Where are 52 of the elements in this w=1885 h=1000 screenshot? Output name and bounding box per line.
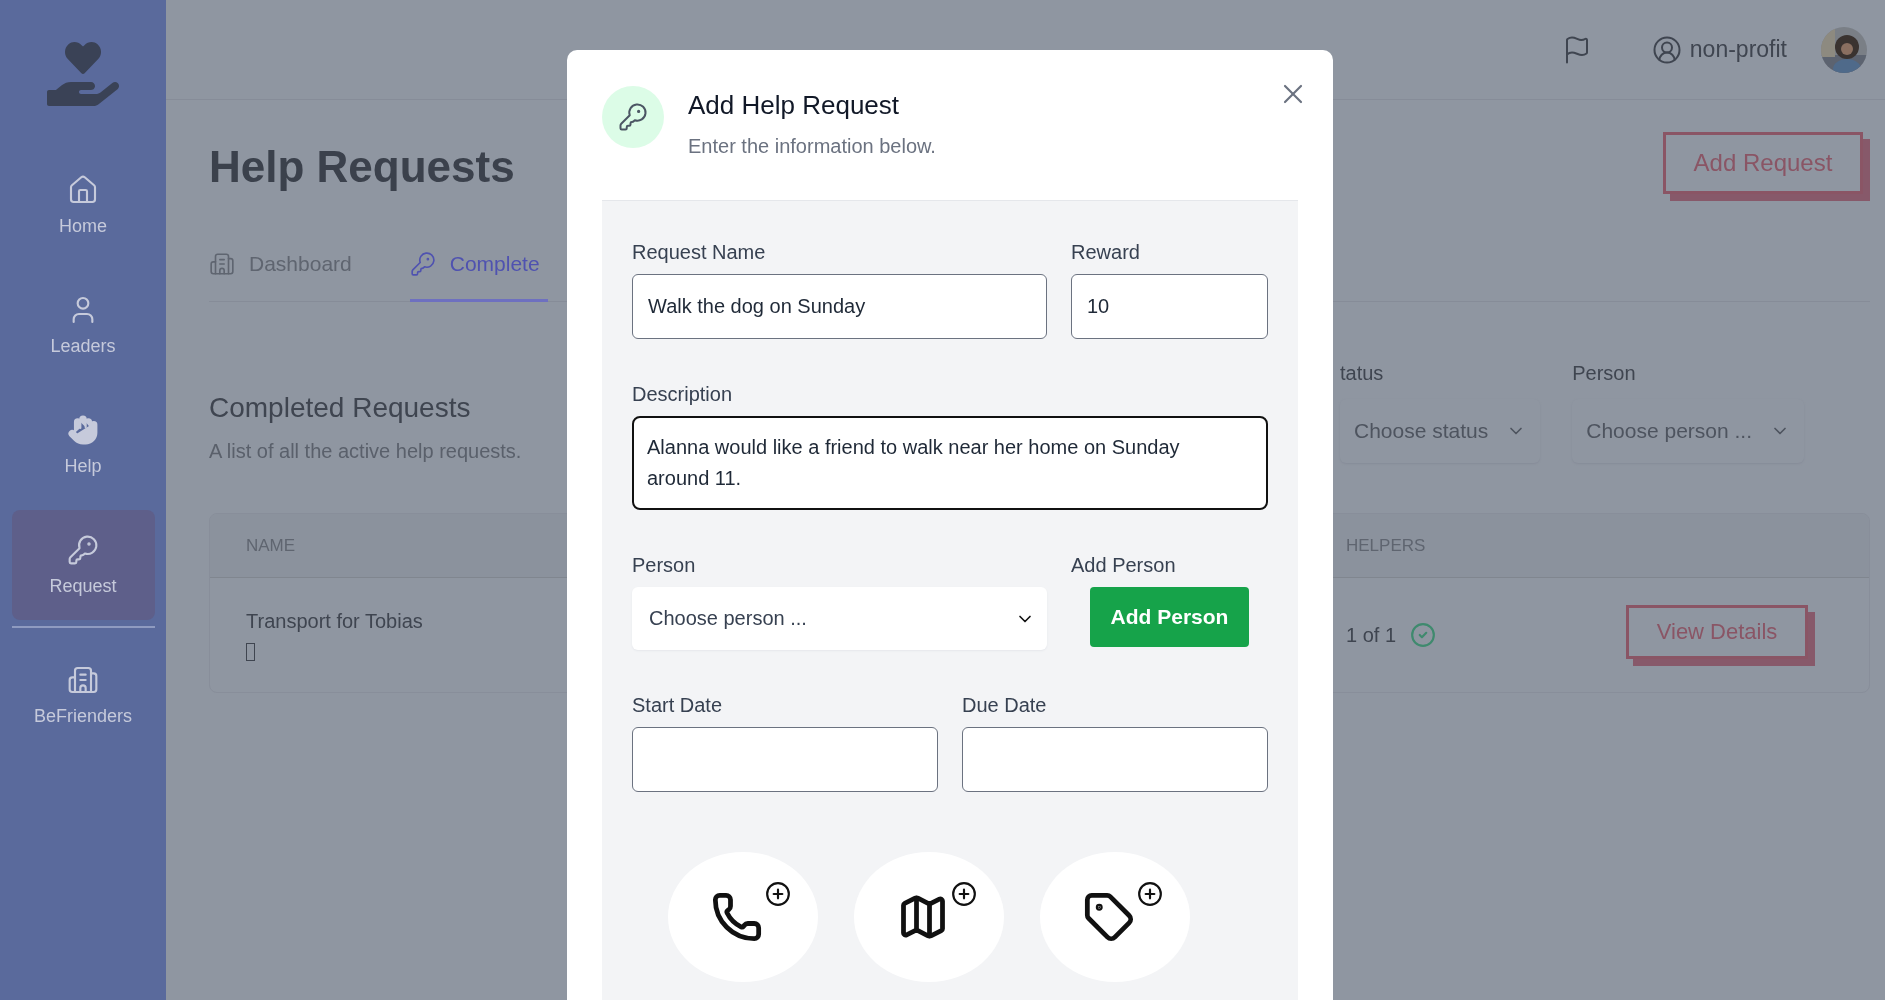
user-circle-icon bbox=[1651, 34, 1682, 65]
phone-icon bbox=[711, 891, 763, 943]
field-label: Description bbox=[632, 383, 734, 406]
add-person-button[interactable]: Add Person bbox=[1090, 587, 1249, 647]
field-label: Person bbox=[632, 554, 697, 577]
plus-circle-icon bbox=[1137, 881, 1163, 907]
select-placeholder: Choose status bbox=[1354, 419, 1489, 443]
dialog-subtitle: Enter the information below. bbox=[688, 135, 936, 158]
field-label: Due Date bbox=[962, 694, 1048, 717]
page-title: Help Requests bbox=[209, 141, 515, 192]
plus-circle-icon bbox=[765, 881, 791, 907]
filter-label: Person bbox=[1572, 362, 1637, 385]
key-icon bbox=[67, 533, 99, 566]
sidebar-item[interactable]: Leaders bbox=[11, 270, 155, 380]
sidebar-label: Help bbox=[64, 455, 102, 477]
date-field[interactable] bbox=[632, 727, 938, 792]
home-icon bbox=[67, 173, 99, 206]
sidebar-item[interactable]: Request bbox=[11, 510, 155, 620]
field-label: Start Date bbox=[632, 694, 724, 717]
empty-box-icon bbox=[246, 642, 255, 661]
plus-circle-icon bbox=[951, 881, 977, 907]
field-label: Add Person bbox=[1071, 554, 1177, 577]
field-label: Request Name bbox=[632, 241, 767, 264]
sidebar-item[interactable]: Home bbox=[11, 150, 155, 260]
tab-label: Complete bbox=[449, 252, 540, 276]
sidebar-label: BeFrienders bbox=[33, 705, 132, 727]
sidebar-label: Leaders bbox=[50, 335, 116, 357]
key-icon bbox=[409, 251, 436, 277]
dialog-title: Add Help Request bbox=[688, 90, 901, 121]
filter-select[interactable]: Choose status bbox=[1340, 399, 1541, 463]
tab[interactable]: Complete bbox=[409, 251, 548, 302]
sidebar-label: Home bbox=[59, 215, 107, 237]
table-cell: Transport for Tobias bbox=[246, 609, 423, 633]
person-select[interactable]: Choose person ... bbox=[632, 587, 1047, 650]
input-field[interactable]: Walk the dog on Sunday bbox=[632, 274, 1047, 339]
sidebar-item[interactable]: Help bbox=[11, 390, 155, 500]
table-cell: 1 of 1 bbox=[1346, 623, 1397, 647]
select-placeholder: Choose person ... bbox=[649, 607, 807, 630]
description-field[interactable]: Alanna would like a friend to walk near her home on Sunday around 11. bbox=[632, 416, 1268, 510]
select-placeholder: Choose person ... bbox=[1586, 419, 1752, 443]
section-title: Completed Requests bbox=[209, 392, 472, 424]
sidebar-label: Request bbox=[49, 575, 117, 597]
hand-icon bbox=[67, 413, 99, 446]
sidebar-item[interactable]: BeFrienders bbox=[11, 640, 155, 750]
account-name[interactable]: non-profit bbox=[1689, 36, 1787, 63]
filter-label: tatus bbox=[1340, 362, 1385, 385]
tag-icon bbox=[1083, 891, 1135, 943]
field-label: Reward bbox=[1071, 241, 1141, 264]
date-field[interactable] bbox=[962, 727, 1268, 792]
input-field[interactable]: 10 bbox=[1071, 274, 1268, 339]
building-icon bbox=[209, 251, 235, 277]
filter-select[interactable]: Choose person ... bbox=[1572, 399, 1804, 463]
